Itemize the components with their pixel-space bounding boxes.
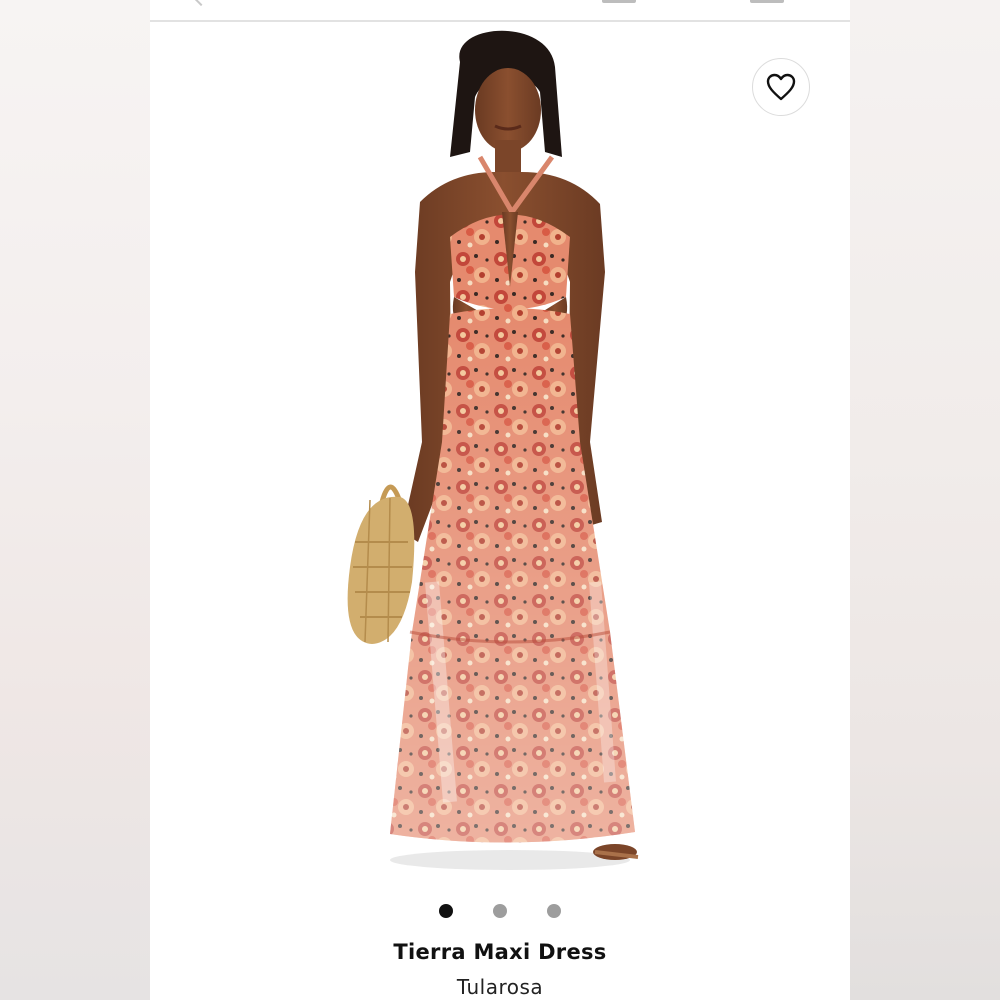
product-title: Tierra Maxi Dress bbox=[393, 940, 607, 964]
nav-tab-indicator[interactable] bbox=[750, 0, 784, 3]
blurred-margin-right bbox=[850, 0, 1000, 1000]
product-brand[interactable]: Tularosa bbox=[150, 975, 850, 999]
image-carousel-indicators bbox=[150, 904, 850, 920]
carousel-dot-2[interactable] bbox=[493, 904, 507, 918]
product-image[interactable] bbox=[150, 22, 850, 892]
top-navigation-bar bbox=[150, 0, 850, 22]
carousel-dot-3[interactable] bbox=[547, 904, 561, 918]
carousel-dot-1[interactable] bbox=[439, 904, 453, 918]
nav-tab-indicator[interactable] bbox=[602, 0, 636, 3]
product-photo-illustration bbox=[347, 30, 639, 870]
chevron-left-icon[interactable] bbox=[193, 0, 209, 7]
product-page: Tierra Maxi Dress Tularosa bbox=[150, 0, 850, 1000]
blurred-margin-left bbox=[0, 0, 150, 1000]
favorite-button[interactable] bbox=[752, 58, 810, 116]
heart-outline-icon bbox=[766, 73, 796, 101]
screenshot-stage: Tierra Maxi Dress Tularosa bbox=[0, 0, 1000, 1000]
